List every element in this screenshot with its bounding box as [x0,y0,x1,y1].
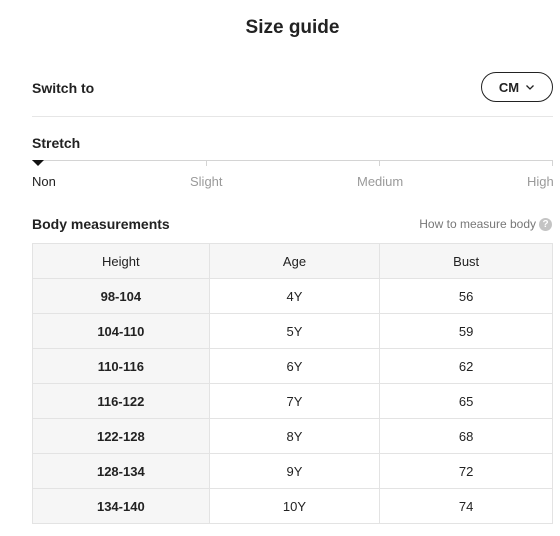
stretch-label: Stretch [32,135,81,151]
age-cell: 7Y [208,383,381,419]
height-cell: 128-134 [32,453,210,489]
column-header-bust: Bust [379,243,553,279]
body-measurements-title: Body measurements [32,216,170,232]
section-divider [32,116,553,117]
page-title: Size guide [245,17,340,38]
height-cell: 116-122 [32,383,210,419]
age-cell: 10Y [208,488,381,524]
stretch-tick [206,160,207,166]
bust-cell: 68 [379,418,553,454]
unit-select[interactable]: CM [481,72,553,102]
switch-label: Switch to [32,80,95,96]
height-cell: 122-128 [32,418,210,454]
bust-cell: 74 [379,488,553,524]
height-cell: 134-140 [32,488,210,524]
bust-cell: 56 [379,278,553,314]
unit-value: CM [498,79,520,95]
table-row: 98-104 4Y 56 [32,278,553,314]
stretch-scale-track [32,160,553,161]
measurements-table: Height Age Bust 98-104 4Y 56 104-110 5Y 59 110… [32,243,553,524]
bust-cell: 72 [379,453,553,489]
age-cell: 8Y [208,418,381,454]
column-header-height: Height [32,243,210,279]
stretch-level-slight: Slight [190,174,223,189]
table-row: 128-134 9Y 72 [32,453,553,489]
stretch-marker-icon [32,160,44,166]
bust-cell: 59 [379,313,553,349]
bust-cell: 65 [379,383,553,419]
age-cell: 6Y [208,348,381,384]
stretch-tick [552,160,553,166]
age-cell: 4Y [208,278,381,314]
unit-switch-row: Switch to CM [32,72,553,104]
bust-cell: 62 [379,348,553,384]
stretch-level-high: High [527,174,554,189]
age-cell: 9Y [208,453,381,489]
chevron-down-icon [526,85,535,90]
table-row: 110-116 6Y 62 [32,348,553,384]
stretch-tick [379,160,380,166]
height-cell: 104-110 [32,313,210,349]
height-cell: 110-116 [32,348,210,384]
table-row: 122-128 8Y 68 [32,418,553,454]
table-row: 116-122 7Y 65 [32,383,553,419]
height-cell: 98-104 [32,278,210,314]
how-to-measure-text: How to measure body [419,217,536,231]
age-cell: 5Y [208,313,381,349]
table-header-row: Height Age Bust [32,243,553,279]
stretch-level-medium: Medium [357,174,404,189]
table-row: 104-110 5Y 59 [32,313,553,349]
column-header-age: Age [208,243,381,279]
stretch-level-non: Non [32,174,56,189]
table-row: 134-140 10Y 74 [32,488,553,524]
help-icon[interactable]: ? [539,217,552,231]
how-to-measure-link[interactable]: How to measure body ? [419,217,552,231]
